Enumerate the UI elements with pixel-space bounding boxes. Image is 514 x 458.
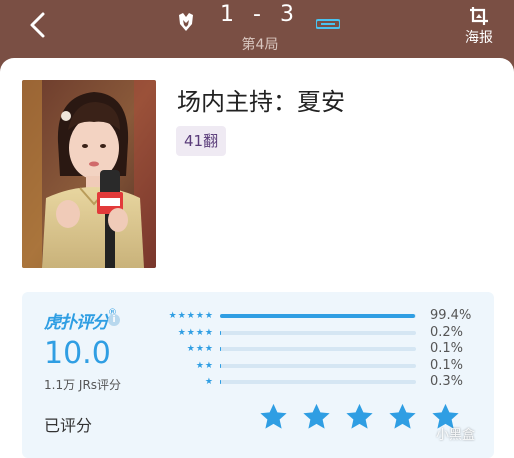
distribution-stars: ★ xyxy=(204,377,214,387)
rated-label: 已评分 xyxy=(44,416,93,435)
distribution-stars: ★★★★ xyxy=(177,327,214,338)
distribution-row: ★★ 0.1% xyxy=(150,357,470,373)
distribution-row: ★ 0.3% xyxy=(150,374,470,389)
distribution-row: ★★★★★ 99.4% xyxy=(150,308,472,323)
star-icon[interactable] xyxy=(344,402,375,432)
distribution-percent: 99.4% xyxy=(430,308,472,323)
distribution-track xyxy=(220,330,416,335)
brand-logo: 虎扑评分® xyxy=(44,308,117,333)
crop-icon xyxy=(470,7,488,25)
user-rating-stars[interactable] xyxy=(258,402,461,432)
distribution-percent: 0.1% xyxy=(430,341,464,356)
team-right-logo xyxy=(316,19,340,29)
poster-button[interactable]: 海报 xyxy=(458,6,500,47)
game-round: 第4局 xyxy=(241,37,279,53)
star-icon[interactable] xyxy=(387,402,418,432)
brand-name: 虎扑评分 xyxy=(44,313,109,333)
poster-label: 海报 xyxy=(465,30,493,46)
star-icon[interactable] xyxy=(301,402,332,432)
flip-count-tag[interactable]: 41翻 xyxy=(176,126,227,156)
distribution-stars: ★★★★★ xyxy=(168,311,214,321)
rating-card: 虎扑评分® i 10.0 1.1万 JRs评分 已评分 ★★★★★ 99.4% ★★… xyxy=(22,292,494,458)
info-icon[interactable]: i xyxy=(108,314,120,326)
distribution-row: ★★★ 0.1% xyxy=(150,341,470,356)
distribution-track xyxy=(220,347,416,351)
distribution-fill xyxy=(220,380,221,384)
distribution-stars: ★★★ xyxy=(186,344,214,354)
distribution-track xyxy=(220,363,416,368)
match-score: 1 - 3 xyxy=(220,2,300,27)
star-icon[interactable] xyxy=(258,402,289,432)
team-left-logo xyxy=(179,13,193,31)
distribution-percent: 0.1% xyxy=(430,357,464,373)
distribution-track xyxy=(220,314,416,318)
rating-count: 1.1万 JRs评分 xyxy=(44,378,122,392)
distribution-row: ★★★★ 0.2% xyxy=(150,324,470,340)
average-score: 10.0 xyxy=(44,336,111,371)
watermark: 小黑盒 xyxy=(436,428,476,443)
top-bar: 1 - 3 第4局 海报 xyxy=(0,0,514,58)
distribution-percent: 0.3% xyxy=(430,374,464,389)
distribution-stars: ★★ xyxy=(195,360,214,371)
distribution-fill xyxy=(220,314,415,318)
host-title: 场内主持：夏安 xyxy=(177,88,345,116)
distribution-percent: 0.2% xyxy=(430,324,464,340)
content-sheet: 场内主持：夏安 41翻 虎扑评分® i 10.0 1.1万 JRs评分 已评分 … xyxy=(0,58,514,458)
host-photo xyxy=(22,80,156,268)
distribution-track xyxy=(220,380,416,384)
back-arrow-icon[interactable] xyxy=(24,10,52,40)
